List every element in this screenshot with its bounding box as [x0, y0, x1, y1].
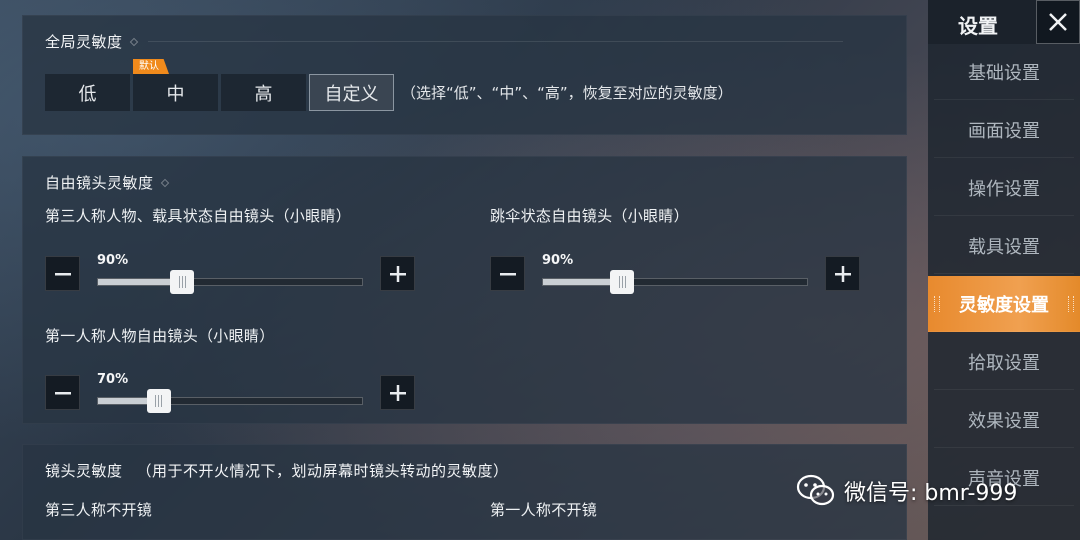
slider-label-parachute: 跳伞状态自由镜头（小眼睛） — [490, 207, 689, 225]
slider-thumb[interactable] — [146, 389, 171, 413]
increase-button[interactable] — [825, 256, 860, 291]
slider-track[interactable] — [542, 270, 808, 294]
close-button[interactable] — [1036, 0, 1080, 44]
title-diamond-icon — [129, 37, 138, 46]
increase-button[interactable] — [380, 375, 415, 410]
sidebar-item-pickup[interactable]: 拾取设置 — [934, 334, 1074, 390]
level-hint-text: （选择“低”、“中”、“高”，恢复至对应的灵敏度） — [401, 84, 733, 102]
sidebar-item-controls[interactable]: 操作设置 — [934, 160, 1074, 216]
global-sensitivity-panel: 全局灵敏度 低 默认 中 高 自定义 （选择“低”、“中”、“高”，恢复至对应的… — [22, 15, 907, 135]
free-look-title: 自由镜头灵敏度 — [45, 172, 169, 193]
slider-value: 90% — [542, 253, 574, 268]
camera-sensitivity-panel: 镜头灵敏度 （用于不开火情况下，划动屏幕时镜头转动的灵敏度） 第三人称不开镜 第… — [22, 444, 907, 540]
slider-label-third-person: 第三人称人物、载具状态自由镜头（小眼睛） — [45, 207, 352, 225]
sidebar-header: 设置 — [928, 0, 1080, 44]
plus-icon — [389, 265, 406, 282]
wechat-watermark: 微信号: bmr-999 — [796, 474, 1017, 508]
minus-icon — [54, 272, 71, 275]
sidebar-item-vehicle[interactable]: 载具设置 — [934, 218, 1074, 274]
sidebar-item-effects[interactable]: 效果设置 — [934, 392, 1074, 448]
plus-icon — [834, 265, 851, 282]
close-icon — [1049, 13, 1067, 31]
camera-sensitivity-subtitle: （用于不开火情况下，划动屏幕时镜头转动的灵敏度） — [136, 462, 509, 480]
title-diamond-icon — [160, 178, 169, 187]
settings-sidebar: 设置 基础设置 画面设置 操作设置 载具设置 灵敏度设置 拾取设置 效果设置 声… — [928, 0, 1080, 540]
slider-thumb[interactable] — [170, 270, 195, 294]
sensitivity-level-group: 低 默认 中 高 自定义 — [45, 59, 394, 111]
slider-track[interactable] — [97, 270, 363, 294]
slider-thumb[interactable] — [610, 270, 635, 294]
sidebar-item-basic[interactable]: 基础设置 — [934, 44, 1074, 100]
slider-label-first-person: 第一人称人物自由镜头（小眼睛） — [45, 327, 275, 345]
minus-icon — [499, 272, 516, 275]
global-sensitivity-title: 全局灵敏度 — [45, 31, 138, 52]
sidebar-item-graphics[interactable]: 画面设置 — [934, 102, 1074, 158]
plus-icon — [389, 384, 406, 401]
slider-track[interactable] — [97, 389, 363, 413]
sidebar-item-sensitivity[interactable]: 灵敏度设置 — [928, 276, 1080, 332]
level-high-button[interactable]: 高 — [221, 74, 306, 111]
minus-icon — [54, 391, 71, 394]
slider-value: 70% — [97, 372, 129, 387]
watermark-text: 微信号: bmr-999 — [844, 481, 1018, 506]
decrease-button[interactable] — [490, 256, 525, 291]
level-custom-button[interactable]: 自定义 — [309, 74, 394, 111]
level-low-button[interactable]: 低 — [45, 74, 130, 111]
divider — [148, 41, 843, 42]
decrease-button[interactable] — [45, 256, 80, 291]
slider-value: 90% — [97, 253, 129, 268]
increase-button[interactable] — [380, 256, 415, 291]
wechat-icon — [796, 474, 835, 506]
decrease-button[interactable] — [45, 375, 80, 410]
camera-sensitivity-title: 镜头灵敏度 （用于不开火情况下，划动屏幕时镜头转动的灵敏度） — [45, 462, 509, 480]
camera-item-first-person: 第一人称不开镜 — [490, 501, 598, 519]
free-look-panel: 自由镜头灵敏度 第三人称人物、载具状态自由镜头（小眼睛） 90% 跳伞状态自由镜… — [22, 156, 907, 424]
default-badge: 默认 — [133, 59, 169, 74]
level-medium-button[interactable]: 默认 中 — [133, 59, 218, 111]
camera-item-third-person: 第三人称不开镜 — [45, 501, 153, 519]
sidebar-title: 设置 — [958, 14, 998, 38]
